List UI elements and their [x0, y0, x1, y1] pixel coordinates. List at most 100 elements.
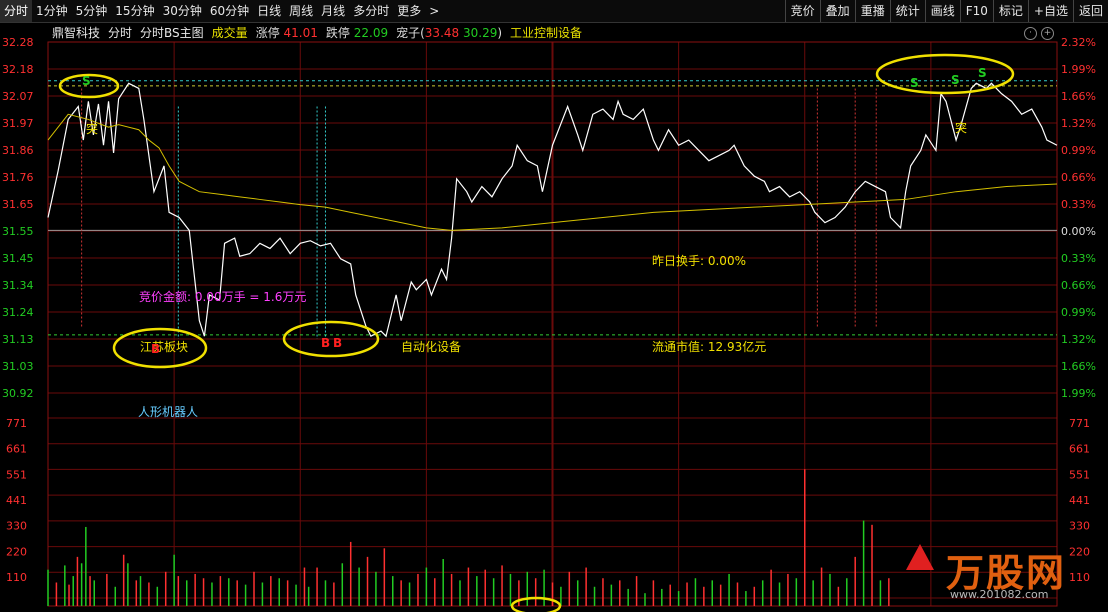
- watermark-url: www.201082.com: [950, 588, 1049, 601]
- sector-name[interactable]: 工业控制设备: [510, 24, 582, 42]
- price-tick-label: 31.76: [2, 171, 34, 184]
- sell-mark-3: S: [951, 73, 960, 87]
- price-tick-label: 31.34: [2, 279, 34, 292]
- stock-name[interactable]: 鼎智科技: [52, 24, 100, 42]
- tab-4[interactable]: 30分钟: [159, 0, 206, 22]
- sell-mark-2: S: [910, 76, 919, 90]
- tab-3[interactable]: 15分钟: [111, 0, 158, 22]
- price-tick-label: 31.55: [2, 225, 34, 238]
- chart-name: 分时: [108, 26, 133, 40]
- toolbar-button-3[interactable]: 统计: [889, 0, 925, 22]
- vol-tick-label: 551: [6, 468, 27, 481]
- watermark-arrow-icon: [906, 544, 934, 570]
- tab-0[interactable]: 分时: [0, 0, 33, 22]
- price-tick-label: 31.86: [2, 144, 34, 157]
- volume-label: 成交量: [211, 26, 248, 40]
- concept-jiangsu[interactable]: 江苏板块: [140, 338, 188, 355]
- price-tick-label: 31.13: [2, 333, 34, 346]
- tab-10[interactable]: 更多: [393, 0, 425, 22]
- toolbar-button-6[interactable]: 标记: [992, 0, 1028, 22]
- price-tick-label: 32.07: [2, 90, 34, 103]
- buy-mark-3: B: [333, 336, 343, 350]
- concept-humanoid[interactable]: 人形机器人: [138, 403, 198, 420]
- limit-up: 涨停 41.01: [256, 24, 318, 42]
- toolbar-right: 竞价 叠加 重播 统计 画线 F10 标记 +自选 返回: [784, 0, 1108, 22]
- limit-down-value: 22.09: [353, 26, 389, 40]
- pct-tick-label: 1.66%: [1061, 90, 1096, 103]
- highlight-ellipse: [875, 53, 1015, 95]
- intraday-chart: 32.28 2.32% 32.18 1.99% 32.07 1.66% 31.97 1.32%…: [2, 36, 1096, 612]
- price-tick-label: 31.03: [2, 360, 34, 373]
- vol-tick-label-right: 551: [1069, 468, 1090, 481]
- toolbar-button-2[interactable]: 重播: [854, 0, 890, 22]
- price-tick-label: 32.18: [2, 63, 34, 76]
- pct-tick-label: 0.33%: [1061, 198, 1096, 211]
- pct-tick-label: 0.99%: [1061, 144, 1096, 157]
- vol-tick-label: 441: [6, 494, 27, 507]
- pct-tick-label: 0.66%: [1061, 279, 1096, 292]
- limit-up-value: 41.01: [283, 26, 318, 40]
- indicator-name[interactable]: 分时BS主图: [140, 24, 204, 42]
- toolbar-button-0[interactable]: 竞价: [784, 0, 820, 22]
- vol-tick-label-right: 661: [1069, 443, 1090, 456]
- sell-mark-4: S: [978, 66, 987, 80]
- pet-value-1: 33.48: [424, 26, 460, 40]
- tab-7[interactable]: 周线: [285, 0, 317, 22]
- toolbar-button-4[interactable]: 画线: [924, 0, 960, 22]
- price-tick-label: 30.92: [2, 387, 34, 400]
- price-tick-label: 31.24: [2, 306, 34, 319]
- pct-tick-label: 2.32%: [1061, 36, 1096, 49]
- period-tab-bar: 分时 1分钟 5分钟 15分钟 30分钟 60分钟 日线 周线 月线 多分时 更多 > 竞价 叠加 重播统…: [0, 0, 1108, 23]
- turnover-text: 昨日换手: 0.00%: [652, 254, 746, 268]
- pct-tick-label: 1.99%: [1061, 387, 1096, 400]
- pet-values: 宠子(33.48 30.29): [396, 24, 502, 42]
- buy-mark-1: B: [151, 342, 161, 356]
- toolbar-button-1[interactable]: 叠加: [819, 0, 855, 22]
- sell-mark-1: S: [82, 74, 91, 88]
- toolbar-button-5[interactable]: F10: [959, 0, 993, 22]
- price-tick-label: 31.97: [2, 117, 34, 130]
- vol-tick-label: 661: [6, 443, 27, 456]
- tab-8[interactable]: 月线: [317, 0, 349, 22]
- limit-down: 跌停 22.09: [326, 24, 388, 42]
- vol-tick-label: 771: [6, 417, 27, 430]
- pct-tick-label: 1.32%: [1061, 333, 1096, 346]
- more-chevron-icon[interactable]: >: [425, 0, 443, 22]
- watermark-logo: 万股网 www.201082.com: [900, 540, 1088, 610]
- vol-tick-label: 330: [6, 520, 27, 533]
- chart-controls: · +: [1024, 27, 1054, 40]
- tab-9[interactable]: 多分时: [349, 0, 393, 22]
- tab-5[interactable]: 60分钟: [206, 0, 253, 22]
- buy-mark-2: B: [321, 336, 331, 350]
- pct-tick-label: 1.99%: [1061, 63, 1096, 76]
- concept-automation[interactable]: 自动化设备: [401, 338, 461, 355]
- pct-tick-label: 1.32%: [1061, 117, 1096, 130]
- toolbar-button-8[interactable]: 返回: [1072, 0, 1108, 22]
- pet-value-2: 30.29: [462, 26, 498, 40]
- vol-tick-label-right: 771: [1069, 417, 1090, 430]
- chart-info-bar: 鼎智科技 分时 分时BS主图 成交量 涨停 41.01 跌停 22.09 宠子(…: [52, 24, 582, 42]
- vol-tick-label-right: 441: [1069, 494, 1090, 507]
- breakout-mark-1: 突: [86, 122, 99, 136]
- pct-tick-label: 1.66%: [1061, 360, 1096, 373]
- limit-down-label: 跌停: [325, 26, 350, 40]
- vol-tick-label-right: 330: [1069, 520, 1090, 533]
- tab-2[interactable]: 5分钟: [72, 0, 112, 22]
- settings-icon[interactable]: ·: [1024, 27, 1037, 40]
- plus-icon[interactable]: +: [1041, 27, 1054, 40]
- vol-tick-label: 220: [6, 545, 27, 558]
- price-tick-label: 31.45: [2, 252, 34, 265]
- auction-text: 竞价金额: 0.00万手 = 1.6万元: [139, 290, 307, 304]
- vol-tick-label: 110: [6, 571, 27, 584]
- tab-1[interactable]: 1分钟: [32, 0, 72, 22]
- tab-6[interactable]: 日线: [253, 0, 285, 22]
- pet-close: ): [497, 26, 503, 40]
- toolbar-button-7[interactable]: +自选: [1027, 0, 1073, 22]
- pet-label: 宠子: [396, 26, 421, 40]
- pct-tick-label: 0.00%: [1061, 225, 1096, 238]
- pct-tick-label: 0.99%: [1061, 306, 1096, 319]
- float-mv-text: 流通市值: 12.93亿元: [652, 340, 767, 354]
- pct-tick-label: 0.33%: [1061, 252, 1096, 265]
- limit-up-label: 涨停: [255, 26, 280, 40]
- price-tick-label: 32.28: [2, 36, 34, 49]
